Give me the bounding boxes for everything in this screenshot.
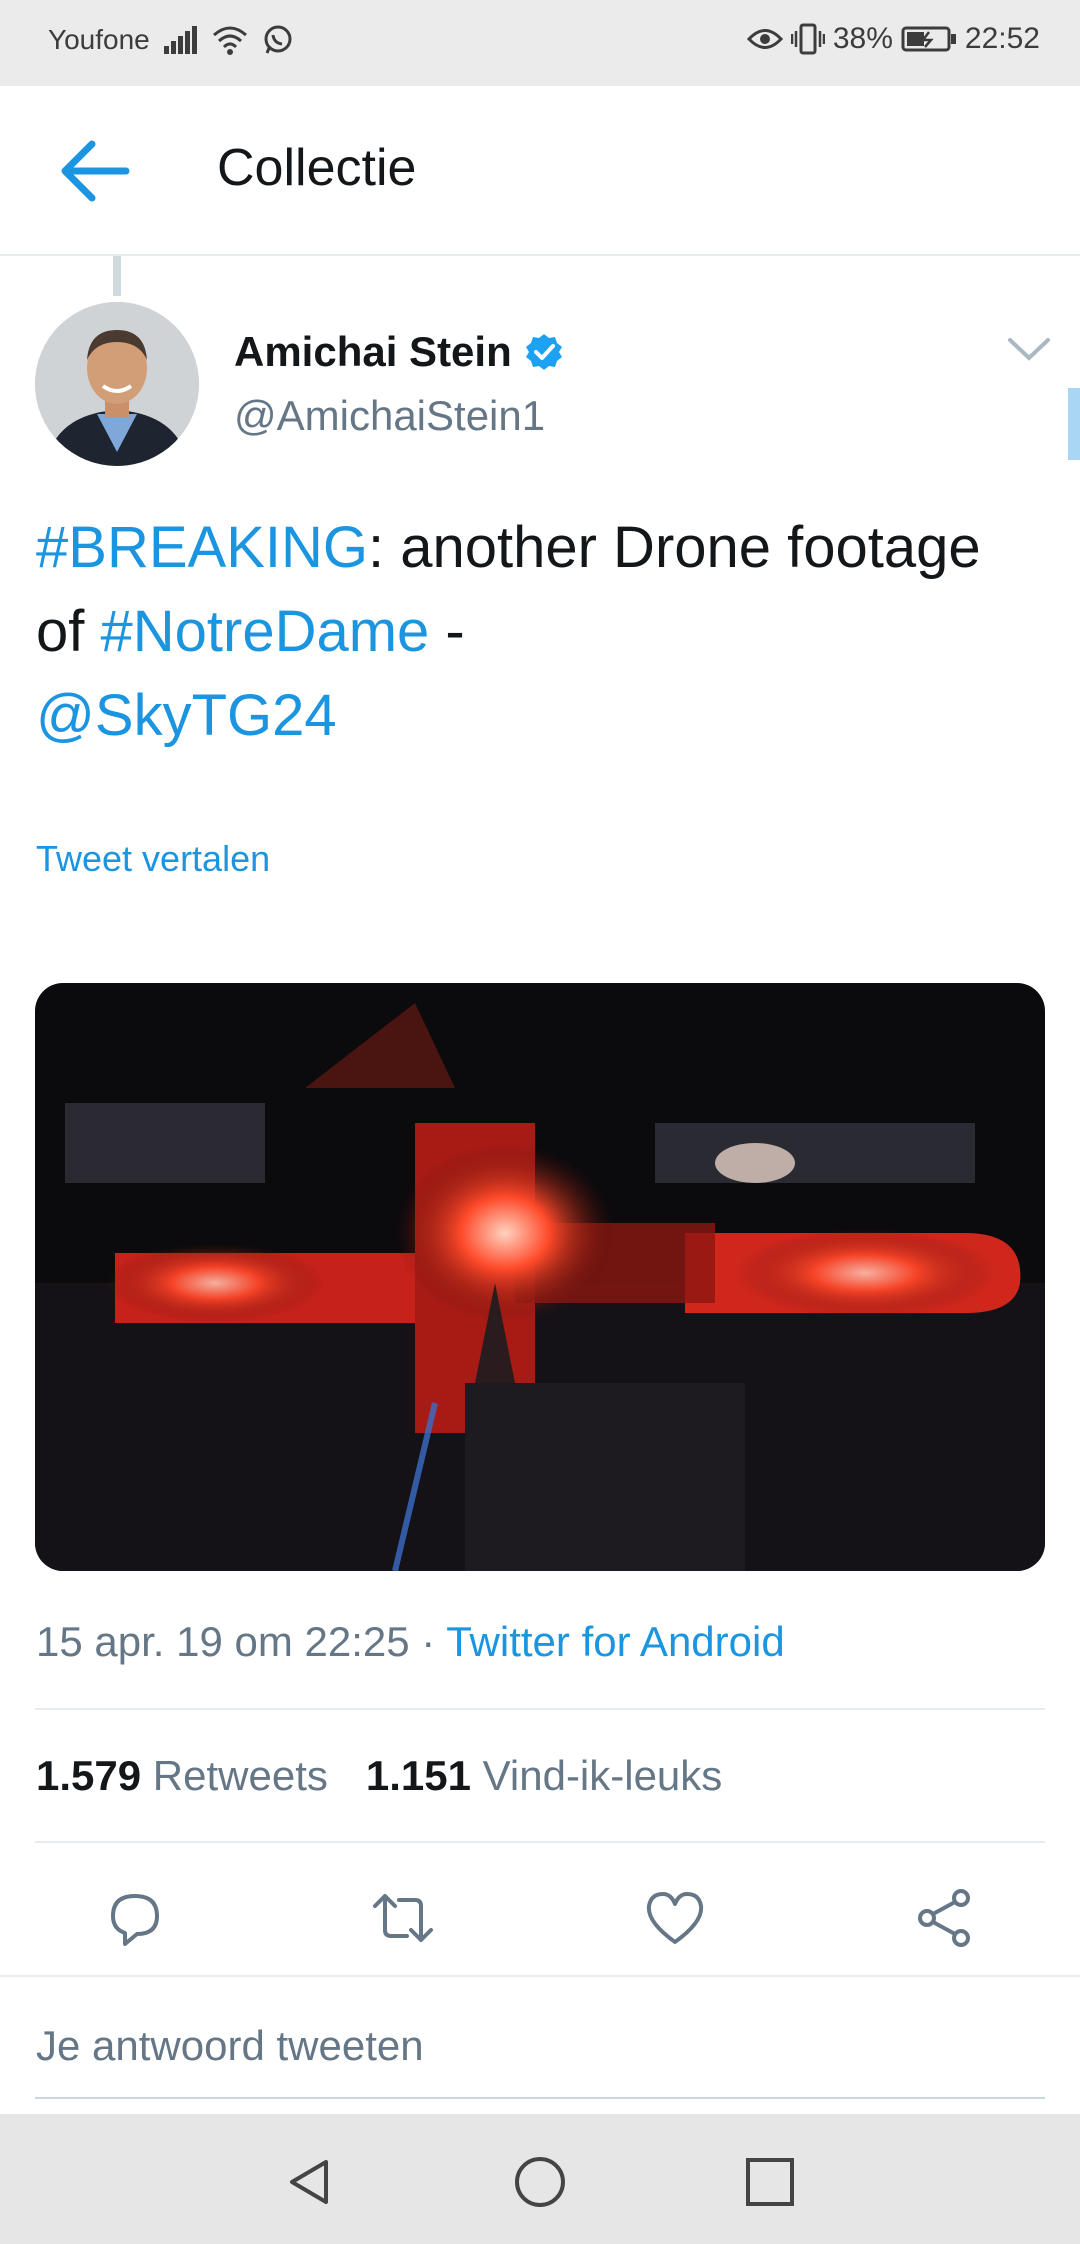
likes-stat[interactable]: 1.151 Vind-ik-leuks <box>366 1752 722 1800</box>
likes-label: Vind-ik-leuks <box>482 1752 723 1799</box>
app-header: Collectie <box>0 86 1080 256</box>
nav-recents-icon[interactable] <box>742 2154 798 2210</box>
tweet-media-image[interactable] <box>35 983 1045 1571</box>
author-name-row[interactable]: Amichai Stein <box>234 328 564 376</box>
likes-count: 1.151 <box>365 1752 471 1799</box>
tweet-text-part2: - <box>429 599 465 664</box>
reply-input-underline <box>35 2097 1045 2099</box>
reply-input[interactable]: Je antwoord tweeten <box>36 2022 424 2070</box>
meta-separator: · <box>421 1618 436 1665</box>
tweet-timestamp: 15 apr. 19 om 22:25 <box>36 1618 410 1665</box>
avatar-image <box>35 302 199 466</box>
status-bar-right: 38% 22:52 <box>746 22 1040 56</box>
status-bar: Youfone 38% 22:52 <box>0 0 1080 86</box>
divider <box>0 1975 1080 1977</box>
retweet-icon[interactable] <box>371 1886 435 1950</box>
verified-badge-icon <box>525 334 562 370</box>
tweet-text: #BREAKING: another Drone footage of #Not… <box>36 506 1036 758</box>
nav-home-icon[interactable] <box>512 2154 568 2210</box>
thread-connector-line <box>113 256 121 296</box>
back-arrow-icon[interactable] <box>58 136 132 206</box>
like-icon[interactable] <box>643 1886 707 1950</box>
retweets-count: 1.579 <box>36 1752 142 1799</box>
translate-tweet-link[interactable]: Tweet vertalen <box>36 838 270 880</box>
chevron-down-icon[interactable] <box>1004 334 1054 364</box>
divider <box>35 1708 1045 1710</box>
whatsapp-icon <box>264 25 292 54</box>
vibrate-icon <box>790 23 825 55</box>
avatar[interactable] <box>35 302 199 466</box>
author-name: Amichai Stein <box>234 328 512 375</box>
battery-icon <box>901 26 956 52</box>
retweets-label: Retweets <box>152 1752 328 1799</box>
mention-skytg24[interactable]: @SkyTG24 <box>36 683 337 748</box>
signal-icon <box>163 26 197 54</box>
retweets-stat[interactable]: 1.579 Retweets <box>36 1752 328 1800</box>
divider <box>35 1841 1045 1843</box>
author-handle[interactable]: @AmichaiStein1 <box>234 392 545 440</box>
system-nav-bar <box>0 2114 1080 2244</box>
tweet-stats: 1.579 Retweets 1.151 Vind-ik-leuks <box>36 1752 722 1800</box>
nav-back-icon[interactable] <box>282 2154 338 2210</box>
scroll-indicator <box>1068 388 1080 460</box>
reply-icon[interactable] <box>103 1886 167 1950</box>
battery-percent: 38% <box>832 22 893 55</box>
wifi-icon <box>212 26 247 55</box>
tweet-actions <box>0 1878 1080 1958</box>
carrier-label: Youfone <box>48 24 150 55</box>
page-title: Collectie <box>217 139 417 197</box>
eye-comfort-icon <box>746 29 783 49</box>
clock: 22:52 <box>964 22 1040 55</box>
hashtag-notredame[interactable]: #NotreDame <box>101 599 430 664</box>
tweet-meta: 15 apr. 19 om 22:25 · Twitter for Androi… <box>36 1618 785 1666</box>
drone-footage-image <box>35 983 1045 1571</box>
tweet-source-link[interactable]: Twitter for Android <box>446 1618 784 1665</box>
share-icon[interactable] <box>913 1886 977 1950</box>
status-bar-left: Youfone <box>48 24 294 56</box>
hashtag-breaking[interactable]: #BREAKING <box>36 515 368 580</box>
